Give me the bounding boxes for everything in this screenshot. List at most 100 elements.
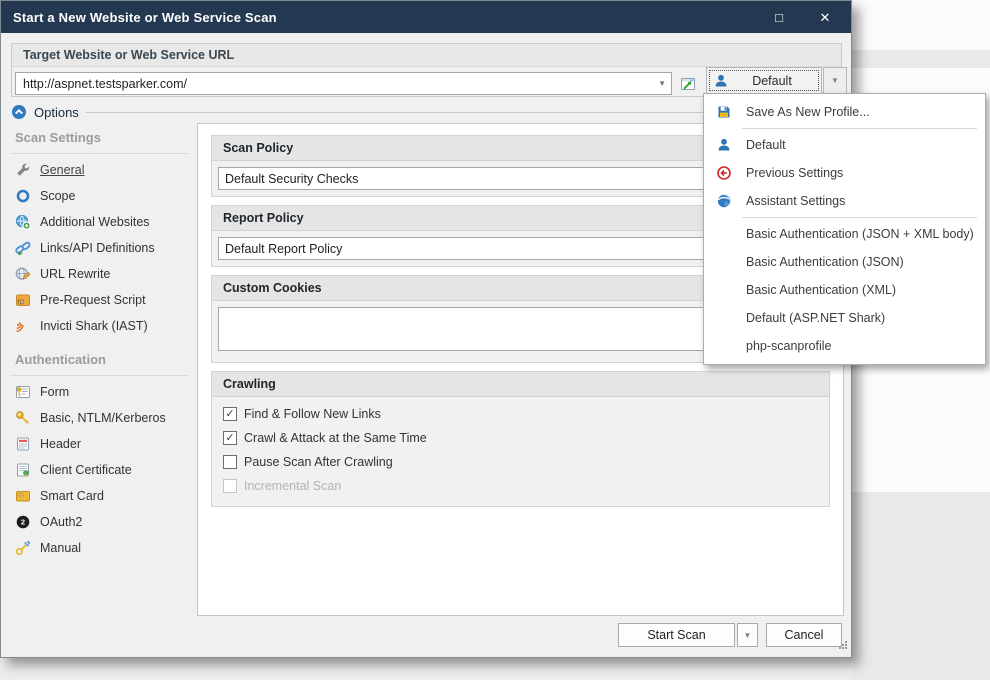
profile-split-button: Default ▼ — [706, 67, 847, 94]
sidebar-item-oauth2[interactable]: 2 OAuth2 — [1, 509, 197, 535]
globe-pencil-icon — [15, 266, 31, 282]
sidebar-item-form[interactable]: Form — [1, 379, 197, 405]
profile-button-label: Default — [752, 73, 792, 88]
crawling-section: Crawling ✓ Find & Follow New Links ✓ Cra… — [211, 371, 830, 507]
profile-button[interactable]: Default — [706, 67, 822, 94]
settings-sidebar: Scan Settings General Scope Additional W… — [1, 123, 197, 617]
profile-dropdown-menu: Save As New Profile... Default Previous … — [703, 93, 986, 365]
menu-separator — [742, 217, 977, 218]
checkbox-pause-scan-after-crawling[interactable]: Pause Scan After Crawling — [218, 450, 823, 474]
crawling-header: Crawling — [212, 372, 829, 397]
smart-card-icon — [15, 488, 31, 504]
sidebar-item-client-certificate[interactable]: Client Certificate — [1, 457, 197, 483]
user-icon — [713, 73, 729, 89]
menu-item-basic-auth-xml[interactable]: Basic Authentication (XML) — [704, 276, 985, 304]
sidebar-item-label: Scope — [40, 189, 76, 203]
globe-plus-icon — [15, 214, 31, 230]
menu-item-label: Default (ASP.NET Shark) — [746, 311, 886, 325]
svg-text:JS: JS — [18, 299, 23, 304]
sidebar-item-label: URL Rewrite — [40, 267, 111, 281]
checkbox-crawl-attack-same-time[interactable]: ✓ Crawl & Attack at the Same Time — [218, 426, 823, 450]
sidebar-item-label: Pre-Request Script — [40, 293, 146, 307]
url-dropdown-chevron-icon[interactable]: ▼ — [658, 79, 666, 88]
sidebar-item-label: Client Certificate — [40, 463, 132, 477]
open-in-browser-button[interactable] — [675, 72, 700, 95]
checkbox-label: Incremental Scan — [244, 479, 342, 493]
target-url-input[interactable] — [23, 76, 653, 91]
open-external-icon — [680, 76, 696, 92]
sidebar-item-label: Header — [40, 437, 81, 451]
sidebar-item-label: Links/API Definitions — [40, 241, 155, 255]
background-lower-area — [852, 492, 990, 680]
screen: Start a New Website or Web Service Scan … — [0, 0, 990, 680]
checkbox-box[interactable]: ✓ — [223, 431, 237, 445]
checkbox-incremental-scan: Incremental Scan — [218, 474, 823, 498]
checkbox-box[interactable]: ✓ — [223, 407, 237, 421]
maximize-button[interactable]: □ — [771, 11, 787, 24]
sidebar-item-smart-card[interactable]: Smart Card — [1, 483, 197, 509]
start-scan-dropdown-arrow[interactable]: ▼ — [737, 623, 758, 647]
chain-link-icon — [15, 240, 31, 256]
script-icon: JS — [15, 292, 31, 308]
sidebar-divider — [10, 375, 188, 376]
menu-item-basic-auth-json-xml[interactable]: Basic Authentication (JSON + XML body) — [704, 220, 985, 248]
certificate-icon — [15, 462, 31, 478]
menu-item-label: php-scanprofile — [746, 339, 832, 353]
sidebar-item-label: OAuth2 — [40, 515, 83, 529]
start-scan-button[interactable]: Start Scan — [618, 623, 735, 647]
key-pencil-icon — [15, 540, 31, 556]
user-icon — [716, 137, 732, 153]
sidebar-item-invicti-shark[interactable]: Invicti Shark (IAST) — [1, 313, 197, 339]
sidebar-item-basic-ntlm-kerberos[interactable]: Basic, NTLM/Kerberos — [1, 405, 197, 431]
menu-item-default-aspnet-shark[interactable]: Default (ASP.NET Shark) — [704, 304, 985, 332]
sidebar-item-scope[interactable]: Scope — [1, 183, 197, 209]
menu-item-assistant-settings[interactable]: Assistant Settings — [704, 187, 985, 215]
shark-waves-icon — [15, 318, 31, 334]
chevron-up-circle-icon — [11, 104, 27, 120]
sidebar-group-title-scan-settings: Scan Settings — [15, 130, 101, 145]
sidebar-item-label: Manual — [40, 541, 81, 555]
sidebar-item-label: Smart Card — [40, 489, 104, 503]
sidebar-item-pre-request-script[interactable]: JS Pre-Request Script — [1, 287, 197, 313]
target-url-header: Target Website or Web Service URL — [12, 44, 841, 67]
save-icon — [716, 104, 732, 120]
dialog-title: Start a New Website or Web Service Scan — [13, 9, 277, 25]
menu-item-label: Basic Authentication (JSON) — [746, 255, 904, 269]
menu-item-label: Save As New Profile... — [746, 105, 870, 119]
sidebar-item-label: Form — [40, 385, 70, 399]
sidebar-item-manual[interactable]: Manual — [1, 535, 197, 561]
sidebar-item-general[interactable]: General — [1, 157, 197, 183]
checkbox-label: Pause Scan After Crawling — [244, 455, 393, 469]
menu-item-previous-settings[interactable]: Previous Settings — [704, 159, 985, 187]
footer-buttons: Start Scan ▼ Cancel — [618, 623, 842, 647]
menu-item-php-scanprofile[interactable]: php-scanprofile — [704, 332, 985, 360]
scope-icon — [15, 188, 31, 204]
checkbox-label: Find & Follow New Links — [244, 407, 381, 421]
previous-settings-icon — [716, 165, 732, 181]
menu-item-label: Default — [746, 138, 786, 152]
window-controls: □ ✕ — [771, 11, 839, 24]
target-url-combobox[interactable]: ▼ — [15, 72, 672, 95]
menu-item-save-as-new-profile[interactable]: Save As New Profile... — [704, 98, 985, 126]
sidebar-item-label: General — [40, 163, 85, 177]
menu-item-basic-auth-json[interactable]: Basic Authentication (JSON) — [704, 248, 985, 276]
resize-grip[interactable] — [838, 637, 848, 655]
profile-dropdown-arrow[interactable]: ▼ — [823, 67, 847, 94]
menu-item-label: Previous Settings — [746, 166, 844, 180]
sidebar-item-links-api-definitions[interactable]: Links/API Definitions — [1, 235, 197, 261]
cancel-button[interactable]: Cancel — [766, 623, 842, 647]
checkbox-label: Crawl & Attack at the Same Time — [244, 431, 427, 445]
checkbox-box[interactable] — [223, 455, 237, 469]
menu-item-label: Assistant Settings — [746, 194, 846, 208]
sidebar-item-label: Additional Websites — [40, 215, 150, 229]
sidebar-item-additional-websites[interactable]: Additional Websites — [1, 209, 197, 235]
close-button[interactable]: ✕ — [817, 11, 833, 24]
sidebar-item-url-rewrite[interactable]: URL Rewrite — [1, 261, 197, 287]
menu-item-default[interactable]: Default — [704, 131, 985, 159]
checkbox-find-follow-new-links[interactable]: ✓ Find & Follow New Links — [218, 402, 823, 426]
assistant-settings-icon — [716, 193, 732, 209]
menu-item-label: Basic Authentication (JSON + XML body) — [746, 227, 974, 241]
sidebar-item-header[interactable]: Header — [1, 431, 197, 457]
menu-item-label: Basic Authentication (XML) — [746, 283, 897, 297]
background-band — [852, 50, 990, 68]
